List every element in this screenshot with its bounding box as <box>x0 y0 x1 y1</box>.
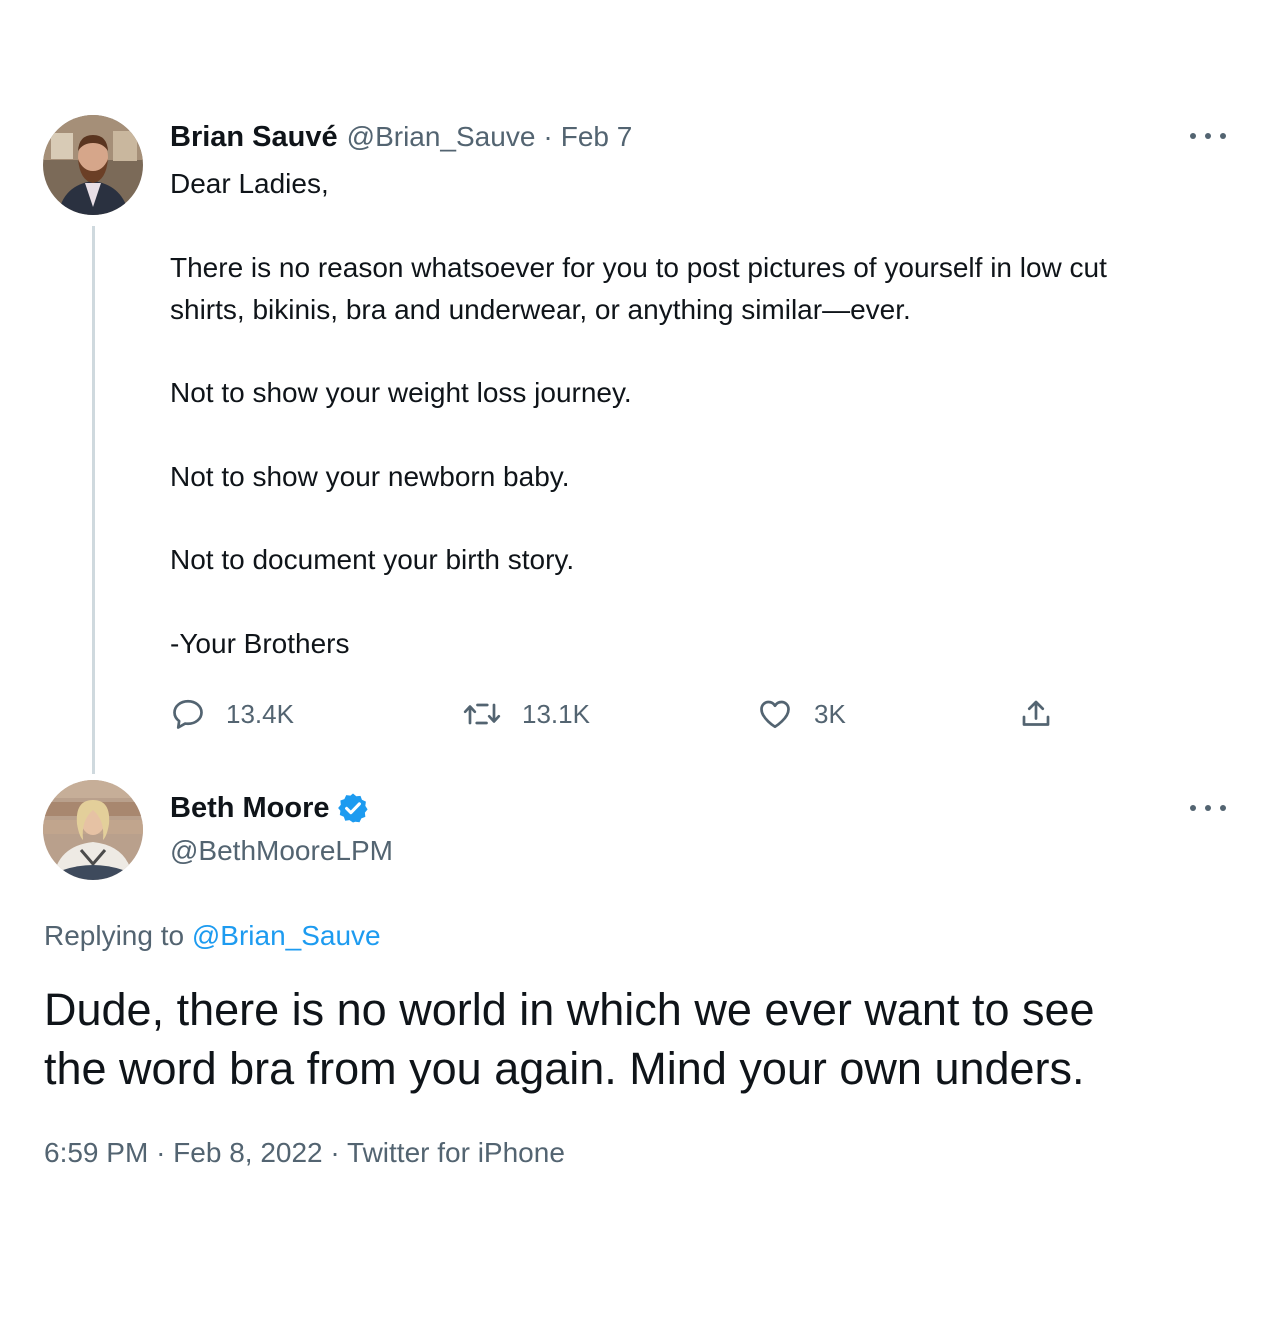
reply-source[interactable]: Twitter for iPhone <box>347 1137 565 1168</box>
like-count: 3K <box>814 698 846 729</box>
share-button[interactable] <box>1018 694 1054 734</box>
reply-meta: 6:59 PM · Feb 8, 2022 · Twitter for iPho… <box>44 1134 565 1172</box>
replying-to: Replying to @Brian_Sauve <box>44 917 381 955</box>
reply-more-dots-icon[interactable] <box>1190 803 1226 813</box>
reply-line-2: the word bra from you again. Mind your o… <box>44 1043 1085 1094</box>
brian-avatar[interactable] <box>43 115 143 215</box>
tweet-line-3: shirts, bikinis, bra and underwear, or a… <box>170 294 911 325</box>
beth-avatar-image <box>43 780 143 880</box>
more-dots-icon[interactable] <box>1190 131 1226 141</box>
reply-button[interactable]: 13.4K <box>170 694 294 734</box>
verified-badge-icon <box>337 793 368 823</box>
tweet-line-5: Not to show your newborn baby. <box>170 461 570 492</box>
tweet-line-1: Dear Ladies, <box>170 168 329 199</box>
like-button[interactable]: 3K <box>756 694 846 734</box>
tweet-separator: · <box>543 121 553 152</box>
retweet-button[interactable]: 13.1K <box>462 694 590 734</box>
replying-to-prefix: Replying to <box>44 920 185 951</box>
tweet-line-4: Not to show your weight loss journey. <box>170 377 632 408</box>
tweet-line-2: There is no reason whatsoever for you to… <box>170 252 1107 283</box>
tweet-date[interactable]: Feb 7 <box>561 121 633 153</box>
reply-separator-1: · <box>156 1137 166 1168</box>
replying-to-handle[interactable]: @Brian_Sauve <box>192 920 381 951</box>
tweet-author-name[interactable]: Brian Sauvé <box>170 121 338 154</box>
brian-avatar-image <box>43 115 143 215</box>
thread-line <box>92 226 95 774</box>
reply-line-1: Dude, there is no world in which we ever… <box>44 984 1095 1035</box>
reply-count: 13.4K <box>226 698 294 729</box>
reply-author-handle[interactable]: @BethMooreLPM <box>170 832 393 870</box>
tweet-line-6: Not to document your birth story. <box>170 544 575 575</box>
tweet-line-7: -Your Brothers <box>170 628 350 659</box>
reply-icon <box>173 699 203 729</box>
share-icon <box>1022 700 1050 726</box>
reply-author-name[interactable]: Beth Moore <box>170 792 330 825</box>
heart-icon <box>760 700 790 729</box>
reply-date[interactable]: Feb 8, 2022 <box>173 1137 322 1168</box>
retweet-icon <box>463 703 501 725</box>
reply-author: Beth Moore <box>170 789 370 827</box>
reply-time[interactable]: 6:59 PM <box>44 1137 148 1168</box>
retweet-count: 13.1K <box>522 698 590 729</box>
beth-avatar[interactable] <box>43 780 143 880</box>
tweet-author-handle[interactable]: @Brian_Sauve <box>347 121 536 153</box>
tweet-header: Brian Sauvé @Brian_Sauve · Feb 7 <box>170 118 632 156</box>
reply-separator-2: · <box>330 1137 340 1168</box>
